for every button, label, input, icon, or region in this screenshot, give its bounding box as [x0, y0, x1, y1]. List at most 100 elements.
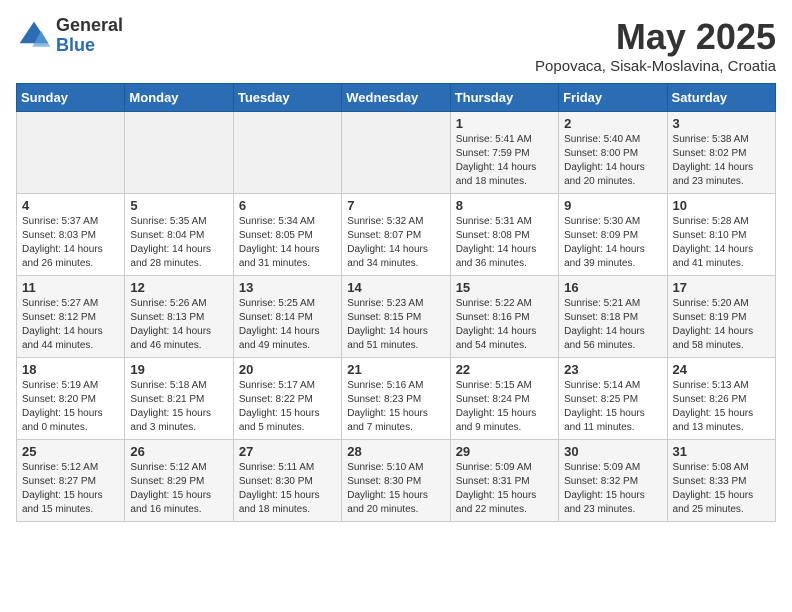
- day-info: Sunrise: 5:38 AM Sunset: 8:02 PM Dayligh…: [673, 133, 770, 189]
- day-number: 27: [239, 444, 336, 459]
- title-block: May 2025 Popovaca, Sisak-Moslavina, Croa…: [535, 16, 776, 75]
- day-info: Sunrise: 5:25 AM Sunset: 8:14 PM Dayligh…: [239, 297, 336, 353]
- day-number: 30: [564, 444, 661, 459]
- day-info: Sunrise: 5:19 AM Sunset: 8:20 PM Dayligh…: [22, 379, 119, 435]
- calendar-cell: 10Sunrise: 5:28 AM Sunset: 8:10 PM Dayli…: [667, 194, 775, 276]
- calendar-cell: [125, 112, 233, 194]
- calendar-cell: 30 Sunrise: 5:09 AM Sunset: 8:32 PM Dayli…: [559, 440, 667, 522]
- day-number: 7: [347, 198, 444, 213]
- weekday-header-sunday: Sunday: [17, 84, 125, 112]
- day-number: 3: [673, 116, 770, 131]
- day-info: Sunrise: 5:26 AM Sunset: 8:13 PM Dayligh…: [130, 297, 227, 353]
- day-info: Sunrise: 5:12 AM Sunset: 8:27 PM Dayligh…: [22, 461, 119, 517]
- day-info: Sunrise: 5:23 AM Sunset: 8:15 PM Dayligh…: [347, 297, 444, 353]
- weekday-header-monday: Monday: [125, 84, 233, 112]
- day-info: Sunrise: 5:09 AM Sunset: 8:31 PM Dayligh…: [456, 461, 553, 517]
- logo-icon: [16, 18, 52, 54]
- day-number: 31: [673, 444, 770, 459]
- day-number: 23: [564, 362, 661, 377]
- calendar-cell: 2 Sunrise: 5:40 AM Sunset: 8:00 PM Daylig…: [559, 112, 667, 194]
- calendar-cell: 13 Sunrise: 5:25 AM Sunset: 8:14 PM Dayli…: [233, 276, 341, 358]
- calendar-cell: 12Sunrise: 5:26 AM Sunset: 8:13 PM Dayli…: [125, 276, 233, 358]
- day-info: Sunrise: 5:40 AM Sunset: 8:00 PM Dayligh…: [564, 133, 661, 189]
- day-info: Sunrise: 5:08 AM Sunset: 8:33 PM Dayligh…: [673, 461, 770, 517]
- calendar-cell: 6Sunrise: 5:34 AM Sunset: 8:05 PM Daylig…: [233, 194, 341, 276]
- calendar-week-2: 4 Sunrise: 5:37 AM Sunset: 8:03 PM Daylig…: [17, 194, 776, 276]
- day-info: Sunrise: 5:37 AM Sunset: 8:03 PM Dayligh…: [22, 215, 119, 271]
- calendar-cell: 21Sunrise: 5:16 AM Sunset: 8:23 PM Dayli…: [342, 358, 450, 440]
- day-info: Sunrise: 5:20 AM Sunset: 8:19 PM Dayligh…: [673, 297, 770, 353]
- calendar-cell: 17 Sunrise: 5:20 AM Sunset: 8:19 PM Dayli…: [667, 276, 775, 358]
- day-info: Sunrise: 5:15 AM Sunset: 8:24 PM Dayligh…: [456, 379, 553, 435]
- day-number: 8: [456, 198, 553, 213]
- day-number: 18: [22, 362, 119, 377]
- calendar-table: SundayMondayTuesdayWednesdayThursdayFrid…: [16, 83, 776, 522]
- day-info: Sunrise: 5:13 AM Sunset: 8:26 PM Dayligh…: [673, 379, 770, 435]
- day-info: Sunrise: 5:14 AM Sunset: 8:25 PM Dayligh…: [564, 379, 661, 435]
- day-number: 21: [347, 362, 444, 377]
- day-info: Sunrise: 5:31 AM Sunset: 8:08 PM Dayligh…: [456, 215, 553, 271]
- page-header: General Blue May 2025 Popovaca, Sisak-Mo…: [16, 16, 776, 75]
- day-number: 2: [564, 116, 661, 131]
- day-number: 6: [239, 198, 336, 213]
- day-info: Sunrise: 5:32 AM Sunset: 8:07 PM Dayligh…: [347, 215, 444, 271]
- calendar-cell: 5 Sunrise: 5:35 AM Sunset: 8:04 PM Daylig…: [125, 194, 233, 276]
- day-info: Sunrise: 5:22 AM Sunset: 8:16 PM Dayligh…: [456, 297, 553, 353]
- calendar-cell: 7 Sunrise: 5:32 AM Sunset: 8:07 PM Daylig…: [342, 194, 450, 276]
- logo-blue-text: Blue: [56, 35, 95, 55]
- calendar-cell: 16 Sunrise: 5:21 AM Sunset: 8:18 PM Dayli…: [559, 276, 667, 358]
- calendar-week-4: 18 Sunrise: 5:19 AM Sunset: 8:20 PM Dayli…: [17, 358, 776, 440]
- day-info: Sunrise: 5:35 AM Sunset: 8:04 PM Dayligh…: [130, 215, 227, 271]
- day-info: Sunrise: 5:30 AM Sunset: 8:09 PM Dayligh…: [564, 215, 661, 271]
- logo: General Blue: [16, 16, 123, 56]
- logo-general-text: General: [56, 15, 123, 35]
- day-number: 20: [239, 362, 336, 377]
- day-number: 1: [456, 116, 553, 131]
- day-number: 28: [347, 444, 444, 459]
- calendar-cell: 29 Sunrise: 5:09 AM Sunset: 8:31 PM Dayli…: [450, 440, 558, 522]
- day-number: 13: [239, 280, 336, 295]
- calendar-title: May 2025: [535, 16, 776, 58]
- calendar-cell: 18 Sunrise: 5:19 AM Sunset: 8:20 PM Dayli…: [17, 358, 125, 440]
- weekday-header-tuesday: Tuesday: [233, 84, 341, 112]
- calendar-cell: 3 Sunrise: 5:38 AM Sunset: 8:02 PM Daylig…: [667, 112, 775, 194]
- day-number: 29: [456, 444, 553, 459]
- calendar-week-1: 1 Sunrise: 5:41 AM Sunset: 7:59 PM Daylig…: [17, 112, 776, 194]
- calendar-cell: 27Sunrise: 5:11 AM Sunset: 8:30 PM Dayli…: [233, 440, 341, 522]
- calendar-cell: 4 Sunrise: 5:37 AM Sunset: 8:03 PM Daylig…: [17, 194, 125, 276]
- weekday-header-friday: Friday: [559, 84, 667, 112]
- day-info: Sunrise: 5:10 AM Sunset: 8:30 PM Dayligh…: [347, 461, 444, 517]
- day-number: 5: [130, 198, 227, 213]
- day-number: 9: [564, 198, 661, 213]
- weekday-header-wednesday: Wednesday: [342, 84, 450, 112]
- calendar-cell: [342, 112, 450, 194]
- day-number: 14: [347, 280, 444, 295]
- calendar-week-3: 11 Sunrise: 5:27 AM Sunset: 8:12 PM Dayli…: [17, 276, 776, 358]
- calendar-cell: 8 Sunrise: 5:31 AM Sunset: 8:08 PM Daylig…: [450, 194, 558, 276]
- day-number: 16: [564, 280, 661, 295]
- calendar-cell: 11 Sunrise: 5:27 AM Sunset: 8:12 PM Dayli…: [17, 276, 125, 358]
- calendar-cell: 22Sunrise: 5:15 AM Sunset: 8:24 PM Dayli…: [450, 358, 558, 440]
- calendar-cell: [233, 112, 341, 194]
- day-number: 11: [22, 280, 119, 295]
- day-info: Sunrise: 5:18 AM Sunset: 8:21 PM Dayligh…: [130, 379, 227, 435]
- calendar-cell: 28 Sunrise: 5:10 AM Sunset: 8:30 PM Dayli…: [342, 440, 450, 522]
- day-info: Sunrise: 5:27 AM Sunset: 8:12 PM Dayligh…: [22, 297, 119, 353]
- day-number: 4: [22, 198, 119, 213]
- day-number: 25: [22, 444, 119, 459]
- calendar-cell: 25 Sunrise: 5:12 AM Sunset: 8:27 PM Dayli…: [17, 440, 125, 522]
- calendar-cell: 19Sunrise: 5:18 AM Sunset: 8:21 PM Dayli…: [125, 358, 233, 440]
- calendar-week-5: 25 Sunrise: 5:12 AM Sunset: 8:27 PM Dayli…: [17, 440, 776, 522]
- calendar-cell: 23 Sunrise: 5:14 AM Sunset: 8:25 PM Dayli…: [559, 358, 667, 440]
- day-number: 26: [130, 444, 227, 459]
- day-info: Sunrise: 5:21 AM Sunset: 8:18 PM Dayligh…: [564, 297, 661, 353]
- day-number: 17: [673, 280, 770, 295]
- day-info: Sunrise: 5:12 AM Sunset: 8:29 PM Dayligh…: [130, 461, 227, 517]
- day-info: Sunrise: 5:41 AM Sunset: 7:59 PM Dayligh…: [456, 133, 553, 189]
- calendar-cell: 24Sunrise: 5:13 AM Sunset: 8:26 PM Dayli…: [667, 358, 775, 440]
- day-info: Sunrise: 5:09 AM Sunset: 8:32 PM Dayligh…: [564, 461, 661, 517]
- calendar-cell: 26 Sunrise: 5:12 AM Sunset: 8:29 PM Dayli…: [125, 440, 233, 522]
- day-info: Sunrise: 5:17 AM Sunset: 8:22 PM Dayligh…: [239, 379, 336, 435]
- day-number: 10: [673, 198, 770, 213]
- weekday-header-thursday: Thursday: [450, 84, 558, 112]
